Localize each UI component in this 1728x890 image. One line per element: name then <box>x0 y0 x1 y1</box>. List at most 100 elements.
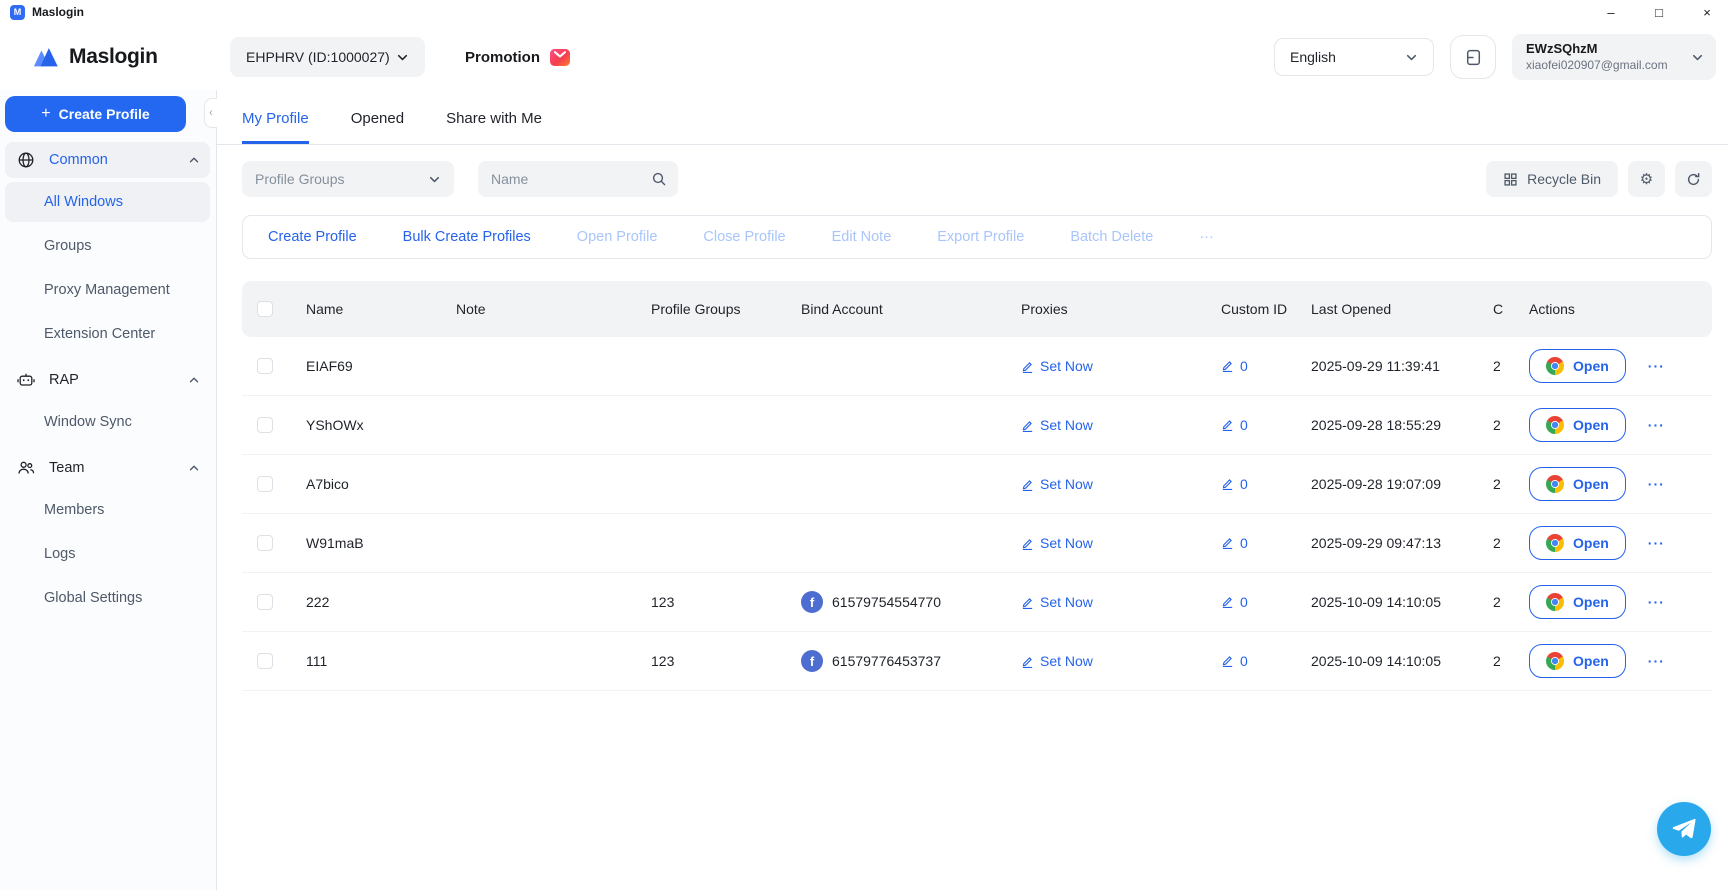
table-row: A7bico f Set Now 0 <box>242 455 1712 514</box>
row-checkbox[interactable] <box>257 594 273 610</box>
create-profile-button[interactable]: + Create Profile <box>5 96 186 132</box>
promotion-link[interactable]: Promotion <box>465 46 571 68</box>
chevron-up-icon <box>188 374 200 386</box>
facebook-icon: f <box>801 650 823 672</box>
profile-name: W91maB <box>286 535 436 551</box>
document-icon <box>1464 48 1483 67</box>
row-more-button[interactable]: ··· <box>1648 653 1665 669</box>
custom-id-edit-link[interactable]: 0 <box>1221 592 1248 612</box>
action-export-profile[interactable]: Export Profile <box>937 229 1024 245</box>
tab-opened[interactable]: Opened <box>351 110 404 144</box>
row-more-button[interactable]: ··· <box>1648 417 1665 433</box>
last-opened-value: 2025-10-09 14:10:05 <box>1291 594 1491 610</box>
custom-id-edit-link[interactable]: 0 <box>1221 474 1248 494</box>
sidebar-item-window-sync[interactable]: Window Sync <box>5 402 210 442</box>
chrome-icon <box>1546 652 1564 670</box>
tab-my-profile[interactable]: My Profile <box>242 110 309 144</box>
created-time-clipped: 2 <box>1493 476 1500 492</box>
sidebar: ‹ + Create Profile Common All Windows Gr… <box>0 90 217 890</box>
edit-icon <box>1021 596 1034 609</box>
sidebar-section-common[interactable]: Common <box>5 142 210 178</box>
notes-button[interactable] <box>1450 35 1496 79</box>
close-button[interactable]: × <box>1698 6 1716 19</box>
open-profile-button[interactable]: Open <box>1529 349 1626 383</box>
column-actions: Actions <box>1513 301 1712 317</box>
chrome-icon <box>1546 593 1564 611</box>
row-more-button[interactable]: ··· <box>1648 358 1665 374</box>
row-checkbox[interactable] <box>257 417 273 433</box>
sidebar-item-proxy-management[interactable]: Proxy Management <box>5 270 210 310</box>
telegram-button[interactable] <box>1657 802 1711 856</box>
action-close-profile[interactable]: Close Profile <box>703 229 785 245</box>
chrome-icon <box>1546 475 1564 493</box>
sidebar-item-groups[interactable]: Groups <box>5 226 210 266</box>
robot-icon <box>17 371 35 389</box>
sidebar-item-all-windows[interactable]: All Windows <box>5 182 210 222</box>
sidebar-collapse-handle[interactable]: ‹ <box>204 98 217 128</box>
action-create-profile[interactable]: Create Profile <box>268 229 357 245</box>
edit-icon <box>1021 655 1034 668</box>
settings-button[interactable]: ⚙ <box>1628 161 1665 197</box>
action-edit-note[interactable]: Edit Note <box>832 229 892 245</box>
custom-id-edit-link[interactable]: 0 <box>1221 651 1248 671</box>
open-profile-button[interactable]: Open <box>1529 408 1626 442</box>
open-profile-button[interactable]: Open <box>1529 467 1626 501</box>
open-profile-button[interactable]: Open <box>1529 644 1626 678</box>
chevron-down-icon <box>396 51 409 64</box>
sidebar-item-global-settings[interactable]: Global Settings <box>5 578 210 618</box>
name-search-input[interactable] <box>478 161 678 197</box>
workspace-selector[interactable]: EHPHRV (ID:1000027) <box>230 37 425 77</box>
set-proxy-link[interactable]: Set Now <box>1021 653 1093 669</box>
last-opened-value: 2025-09-29 09:47:13 <box>1291 535 1491 551</box>
account-menu[interactable]: EWzSQhzM xiaofei020907@gmail.com <box>1512 34 1716 80</box>
gear-icon: ⚙ <box>1640 170 1653 188</box>
bind-account-value: 61579776453737 <box>832 653 941 669</box>
row-more-button[interactable]: ··· <box>1648 535 1665 551</box>
set-proxy-link[interactable]: Set Now <box>1021 476 1093 492</box>
set-proxy-link[interactable]: Set Now <box>1021 417 1093 433</box>
row-checkbox[interactable] <box>257 653 273 669</box>
sidebar-section-team[interactable]: Team <box>5 450 210 486</box>
select-all-checkbox[interactable] <box>257 301 273 317</box>
promotion-gift-icon <box>549 46 571 68</box>
custom-id-edit-link[interactable]: 0 <box>1221 415 1248 435</box>
sidebar-item-extension-center[interactable]: Extension Center <box>5 314 210 354</box>
chrome-icon <box>1546 416 1564 434</box>
recycle-bin-button[interactable]: Recycle Bin <box>1486 161 1618 197</box>
action-batch-delete[interactable]: Batch Delete <box>1070 229 1153 245</box>
open-profile-button[interactable]: Open <box>1529 585 1626 619</box>
maximize-button[interactable]: □ <box>1650 6 1668 19</box>
row-more-button[interactable]: ··· <box>1648 476 1665 492</box>
edit-icon <box>1221 418 1234 431</box>
action-bulk-create-profiles[interactable]: Bulk Create Profiles <box>403 229 531 245</box>
created-time-clipped: 2 <box>1493 417 1500 433</box>
app-header: Maslogin EHPHRV (ID:1000027) Promotion E… <box>0 24 1728 90</box>
chevron-up-icon <box>188 462 200 474</box>
profile-groups-select[interactable]: Profile Groups <box>242 161 454 197</box>
row-checkbox[interactable] <box>257 476 273 492</box>
sidebar-item-logs[interactable]: Logs <box>5 534 210 574</box>
chevron-down-icon <box>1405 51 1418 64</box>
sidebar-section-rap[interactable]: RAP <box>5 362 210 398</box>
refresh-button[interactable] <box>1675 161 1712 197</box>
custom-id-edit-link[interactable]: 0 <box>1221 533 1248 553</box>
set-proxy-link[interactable]: Set Now <box>1021 594 1093 610</box>
column-custom-id: Custom ID <box>1201 299 1291 319</box>
edit-icon <box>1021 419 1034 432</box>
action-more[interactable]: ··· <box>1199 229 1214 245</box>
set-proxy-link[interactable]: Set Now <box>1021 358 1093 374</box>
column-bind-account: Bind Account <box>781 301 1001 317</box>
minimize-button[interactable]: – <box>1602 6 1620 19</box>
open-profile-button[interactable]: Open <box>1529 526 1626 560</box>
row-more-button[interactable]: ··· <box>1648 594 1665 610</box>
row-checkbox[interactable] <box>257 535 273 551</box>
custom-id-edit-link[interactable]: 0 <box>1221 356 1248 376</box>
set-proxy-link[interactable]: Set Now <box>1021 535 1093 551</box>
brand: Maslogin <box>33 45 217 69</box>
tab-share-with-me[interactable]: Share with Me <box>446 110 542 144</box>
language-selector[interactable]: English <box>1274 38 1434 76</box>
edit-icon <box>1021 478 1034 491</box>
sidebar-item-members[interactable]: Members <box>5 490 210 530</box>
action-open-profile[interactable]: Open Profile <box>577 229 658 245</box>
row-checkbox[interactable] <box>257 358 273 374</box>
